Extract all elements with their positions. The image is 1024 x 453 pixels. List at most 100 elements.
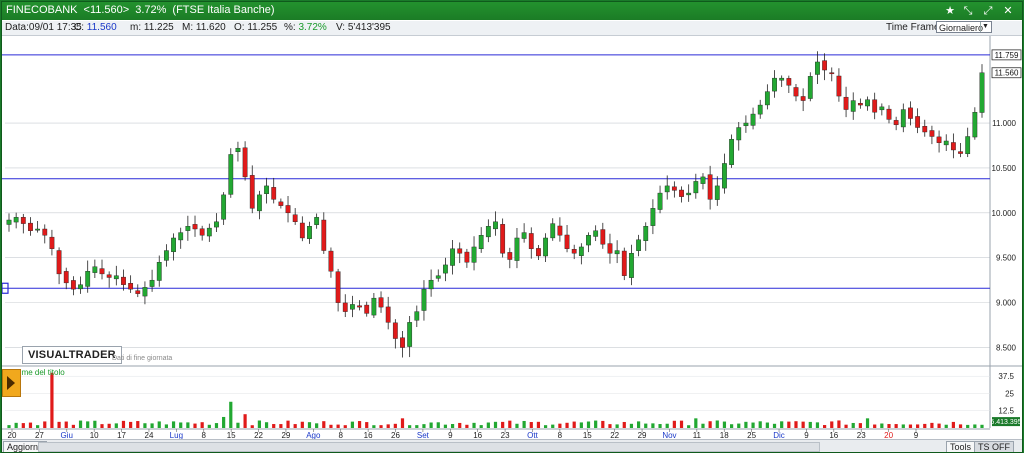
candle-body xyxy=(178,232,184,241)
candle-body xyxy=(757,104,763,115)
candle-body xyxy=(371,297,377,316)
candle-body xyxy=(228,154,234,195)
candle-body xyxy=(893,120,899,126)
candle-body xyxy=(428,279,434,290)
candle-body xyxy=(550,223,556,239)
symbol-index: (FTSE Italia Banche) xyxy=(172,4,275,16)
volume-bar xyxy=(436,422,440,428)
candle-body xyxy=(292,214,298,223)
timeframe-select[interactable]: Giornaliero ▼ xyxy=(936,21,992,33)
time-tick-label: 29 xyxy=(281,431,290,439)
volume-bar xyxy=(143,423,147,428)
candle-body xyxy=(979,72,985,113)
time-tick-label: 8 xyxy=(339,431,344,439)
candle-body xyxy=(807,76,813,99)
candle-body xyxy=(335,271,341,303)
candle-body xyxy=(736,127,742,141)
candle-body xyxy=(378,297,384,308)
volume-bar xyxy=(679,420,684,428)
candle-body xyxy=(149,279,155,287)
volume-bar xyxy=(794,421,798,428)
volume-bar xyxy=(694,418,698,428)
time-tick-label: 17 xyxy=(117,431,126,439)
volume-bar xyxy=(923,423,927,428)
time-tick-label: 27 xyxy=(35,431,44,439)
candle-body xyxy=(264,185,269,195)
volume-bar xyxy=(86,421,90,428)
candle-body xyxy=(722,163,727,189)
price-chart[interactable]: 8.500 9.000 9.500 10.000 10.500 11.000 12.5 25 3… xyxy=(2,36,1022,439)
candle-body xyxy=(285,205,291,214)
candle-body xyxy=(686,192,692,196)
candle-body xyxy=(221,194,227,220)
chevron-down-icon[interactable]: ▼ xyxy=(980,22,990,32)
candle-body xyxy=(78,284,83,290)
volume-bar xyxy=(350,421,355,428)
candle-body xyxy=(750,113,756,126)
candle-body xyxy=(729,138,734,165)
candle-body xyxy=(679,189,684,197)
candle-body xyxy=(872,99,878,113)
volume-bar xyxy=(708,421,712,428)
time-tick-label: 29 xyxy=(638,431,647,439)
volume-bar xyxy=(50,372,54,428)
candle-body xyxy=(764,91,770,106)
max-label: M: xyxy=(182,22,194,33)
expand-panel-button[interactable] xyxy=(2,369,21,397)
candle-body xyxy=(135,290,141,294)
candle-body xyxy=(958,151,963,154)
price-tick-label: 9.500 xyxy=(996,254,1017,263)
close-icon[interactable]: ✕ xyxy=(1000,3,1016,19)
volume-bar xyxy=(880,423,884,428)
candle-body xyxy=(915,116,921,128)
visualtrader-logo: VISUALTRADER xyxy=(22,346,122,364)
volume-bar xyxy=(808,421,812,428)
price-tick-label: 11.000 xyxy=(992,119,1016,128)
candle-body xyxy=(564,234,570,249)
volume-bar xyxy=(980,424,984,428)
volume-bar xyxy=(837,420,841,428)
volume-bar xyxy=(787,421,791,428)
candle-body xyxy=(836,75,842,97)
candle-body xyxy=(321,219,327,251)
candle-body xyxy=(450,248,455,266)
max-value: 11.620 xyxy=(195,22,226,33)
candle-body xyxy=(950,142,956,151)
volume-bar xyxy=(214,423,219,428)
candle-body xyxy=(786,78,792,86)
volume-bar xyxy=(594,420,598,428)
time-tick-label: 10 xyxy=(90,431,99,439)
candle-body xyxy=(493,221,498,230)
candle-body xyxy=(299,222,305,239)
time-tick-label: 24 xyxy=(145,431,154,439)
candle-body xyxy=(521,232,527,239)
ts-off-button[interactable]: TS OFF xyxy=(974,441,1014,452)
candle-body xyxy=(793,87,799,97)
volume-bar xyxy=(644,423,648,428)
pct-label: %: xyxy=(284,22,296,33)
candle-body xyxy=(700,176,706,184)
volume-bar xyxy=(687,425,691,428)
candle-body xyxy=(70,280,76,290)
volume-bar xyxy=(951,421,955,428)
volume-bar xyxy=(844,424,848,428)
shrink-icon[interactable]: ⤡ xyxy=(960,3,976,19)
volume-bar xyxy=(264,422,269,428)
volume-bar xyxy=(100,424,104,428)
candle-body xyxy=(714,185,720,200)
expand-icon[interactable]: ⤢ xyxy=(980,3,996,19)
volume-bar xyxy=(501,421,505,428)
candle-body xyxy=(142,287,148,297)
time-tick-label: Nov xyxy=(662,431,676,439)
candle-body xyxy=(385,306,391,323)
star-icon[interactable]: ★ xyxy=(942,3,958,19)
volume-bar xyxy=(873,424,877,428)
candle-body xyxy=(328,250,334,272)
price-tick-label: 8.500 xyxy=(996,344,1017,353)
time-tick-label: 18 xyxy=(720,431,729,439)
time-tick-label: 16 xyxy=(364,431,373,439)
candle-body xyxy=(822,60,828,71)
volume-bar xyxy=(21,423,25,428)
horizontal-scrollbar[interactable] xyxy=(38,442,820,452)
tools-button[interactable]: Tools xyxy=(946,441,976,452)
